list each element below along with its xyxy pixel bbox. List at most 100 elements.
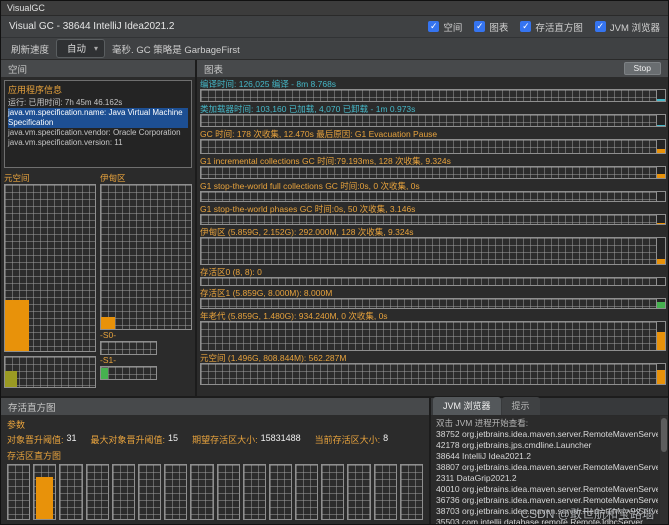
eden-usage-bar — [101, 317, 116, 329]
jvm-process-item[interactable]: 2311 DataGrip2021.2 — [436, 473, 658, 484]
app-info-line[interactable]: java.vm.specification.vendor: Oracle Cor… — [8, 128, 188, 138]
checkbox-checked-icon[interactable] — [428, 21, 440, 32]
spaces-panel-title: 空间 — [8, 64, 28, 76]
eden-label: 伊甸区 — [100, 173, 126, 183]
chart-old-gen-label: 年老代 (5.859G, 1.480G): 934.240M, 0 次收集, 0… — [200, 311, 388, 321]
histogram-bin — [59, 464, 83, 520]
chart-metaspace-label: 元空间 (1.496G, 808.844M): 562.287M — [200, 353, 347, 363]
compressed-class-usage-bar — [5, 370, 17, 387]
survivor0-label: -S0- — [100, 330, 117, 340]
histogram-bin — [33, 464, 57, 520]
chart-survivor0-label: 存活区0 (8, 8): 0 — [200, 267, 262, 277]
histogram-bin — [7, 464, 31, 520]
window-titlebar[interactable]: VisualGC — [1, 1, 668, 16]
toggle-graphs-label: 图表 — [489, 22, 509, 34]
toggle-histogram[interactable]: 存活直方图 — [520, 20, 583, 34]
current-value-bar — [656, 167, 665, 178]
metaspace-usage-bar — [5, 299, 30, 351]
chart-survivor0: 存活区0 (8, 8): 0 — [200, 267, 666, 286]
toolbar: 刷新速度 自动 毫秒. GC 策略是 GarbageFirst — [1, 38, 668, 60]
histogram-panel: 存活直方图 参数 对象晋升阈值: 31 最大对象晋升阈值: 15 期望存活区大小… — [1, 398, 431, 524]
metaspace-column: 元空间 — [4, 173, 96, 392]
chart-g1-incremental: G1 incremental collections GC 时间:79.193m… — [200, 156, 666, 179]
chart-g1-phases-label: G1 stop-the-world phases GC 时间:0s, 50 次收… — [200, 204, 416, 214]
app-info-line[interactable]: java.vm.specification.version: 11 — [8, 138, 188, 148]
refresh-rate-dropdown[interactable]: 自动 — [56, 39, 106, 58]
jvm-process-list: 双击 JVM 进程开始查看: 38752 org.jetbrains.idea.… — [431, 416, 668, 524]
chart-metaspace-grid — [200, 363, 666, 385]
checkbox-checked-icon[interactable] — [520, 21, 532, 32]
chart-compile-time-grid — [200, 89, 666, 102]
app-info-line[interactable]: 运行: 已用时间: 7h 45m 46.162s — [8, 98, 188, 108]
current-value-bar — [656, 364, 665, 384]
current-value-bar — [656, 90, 665, 101]
toggle-jvm-browser[interactable]: JVM 浏览器 — [594, 20, 660, 34]
param-max-tenuring-threshold: 最大对象晋升阈值: 15 — [90, 433, 179, 445]
histogram-bin — [164, 464, 188, 520]
visualgc-window: VisualGC Visual GC - 38644 IntelliJ Idea… — [0, 0, 669, 525]
compressed-class-grid — [4, 356, 96, 388]
chart-classloader-time-grid — [200, 114, 666, 127]
histogram-bin — [373, 464, 397, 520]
scrollbar[interactable] — [660, 416, 668, 524]
spaces-visualization: 元空间 伊甸区 -S0- -S1- — [1, 171, 195, 396]
param-tenuring-threshold: 对象晋升阈值: 31 — [7, 433, 77, 445]
jvm-process-item[interactable]: 36736 org.jetbrains.idea.maven.server.Re… — [436, 495, 658, 506]
checkbox-checked-icon[interactable] — [594, 21, 606, 32]
current-value-bar — [656, 278, 665, 285]
chart-old-gen: 年老代 (5.859G, 1.480G): 934.240M, 0 次收集, 0… — [200, 311, 666, 351]
survivor0-grid — [100, 341, 158, 355]
current-value-bar — [656, 238, 665, 264]
spaces-panel: 空间 应用程序信息 运行: 已用时间: 7h 45m 46.162s java.… — [1, 60, 197, 396]
tab-jvm-browser[interactable]: JVM 浏览器 — [433, 397, 501, 415]
bottom-area: 存活直方图 参数 对象晋升阈值: 31 最大对象晋升阈值: 15 期望存活区大小… — [1, 396, 668, 524]
jvm-process-item[interactable]: 42178 org.jetbrains.jps.cmdline.Launcher — [436, 440, 658, 451]
stop-button[interactable]: Stop — [623, 62, 661, 75]
app-info-line-selected[interactable]: java.vm.specification.name: Java Virtual… — [8, 108, 188, 128]
toggle-jvm-browser-label: JVM 浏览器 — [609, 22, 660, 34]
chart-compile-time-label: 编译时间: 126,025 编译 - 8m 8.768s — [200, 79, 337, 89]
chart-eden-grid — [200, 237, 666, 265]
current-value-bar — [656, 299, 665, 308]
histogram-bin — [399, 464, 423, 520]
eden-column: 伊甸区 -S0- -S1- — [100, 173, 192, 392]
toggle-graphs[interactable]: 图表 — [474, 20, 508, 34]
histogram-panel-header: 存活直方图 — [1, 398, 429, 415]
application-info-box[interactable]: 应用程序信息 运行: 已用时间: 7h 45m 46.162s java.vm.… — [4, 80, 192, 168]
histogram-bin — [85, 464, 109, 520]
view-toggles: 空间 图表 存活直方图 JVM 浏览器 — [428, 20, 660, 34]
current-value-bar — [656, 322, 665, 350]
graphs-panel-title: 图表 — [204, 64, 224, 76]
toggle-spaces[interactable]: 空间 — [428, 20, 462, 34]
checkbox-checked-icon[interactable] — [474, 21, 486, 32]
charts-stack: 编译时间: 126,025 编译 - 8m 8.768s 类加载器时间: 103… — [197, 77, 668, 396]
chart-gc-time-grid — [200, 139, 666, 154]
graphs-panel: 图表 Stop 编译时间: 126,025 编译 - 8m 8.768s 类加载… — [197, 60, 668, 396]
graphs-panel-header: 图表 Stop — [197, 60, 668, 77]
jvm-process-item[interactable]: 38752 org.jetbrains.idea.maven.server.Re… — [436, 429, 658, 440]
app-header: Visual GC - 38644 IntelliJ Idea2021.2 空间… — [1, 16, 668, 38]
refresh-rate-label: 刷新速度 — [11, 44, 50, 56]
histogram-bin — [268, 464, 293, 520]
histogram-bin — [111, 464, 135, 520]
jvm-process-item[interactable]: 38644 IntelliJ Idea2021.2 — [436, 451, 658, 462]
scrollbar-thumb[interactable] — [661, 418, 667, 452]
chart-g1-phases-grid — [200, 214, 666, 225]
chart-survivor1-label: 存活区1 (5.859G, 8.000M): 8.000M — [200, 288, 333, 298]
histogram-body: 参数 对象晋升阈值: 31 最大对象晋升阈值: 15 期望存活区大小: 1583… — [1, 415, 429, 524]
current-value-bar — [656, 192, 665, 201]
chart-survivor0-grid — [200, 277, 666, 286]
jvm-process-item[interactable]: 40010 org.jetbrains.idea.maven.server.Re… — [436, 484, 658, 495]
chevron-down-icon — [94, 43, 98, 54]
jvm-process-item[interactable]: 38807 org.jetbrains.idea.maven.server.Re… — [436, 462, 658, 473]
tab-hints[interactable]: 提示 — [501, 397, 540, 415]
chart-metaspace: 元空间 (1.496G, 808.844M): 562.287M — [200, 353, 666, 385]
survivor1-label: -S1- — [100, 355, 117, 365]
histogram-bin — [190, 464, 214, 520]
params-title: 参数 — [7, 420, 26, 430]
chart-g1-phases: G1 stop-the-world phases GC 时间:0s, 50 次收… — [200, 204, 666, 225]
chart-gc-time-label: GC 时间: 178 次收集, 12.470s 最后原因: G1 Evacuat… — [200, 129, 438, 139]
refresh-rate-value: 自动 — [67, 44, 87, 55]
eden-grid — [100, 184, 192, 330]
page-title: Visual GC - 38644 IntelliJ Idea2021.2 — [9, 21, 175, 32]
